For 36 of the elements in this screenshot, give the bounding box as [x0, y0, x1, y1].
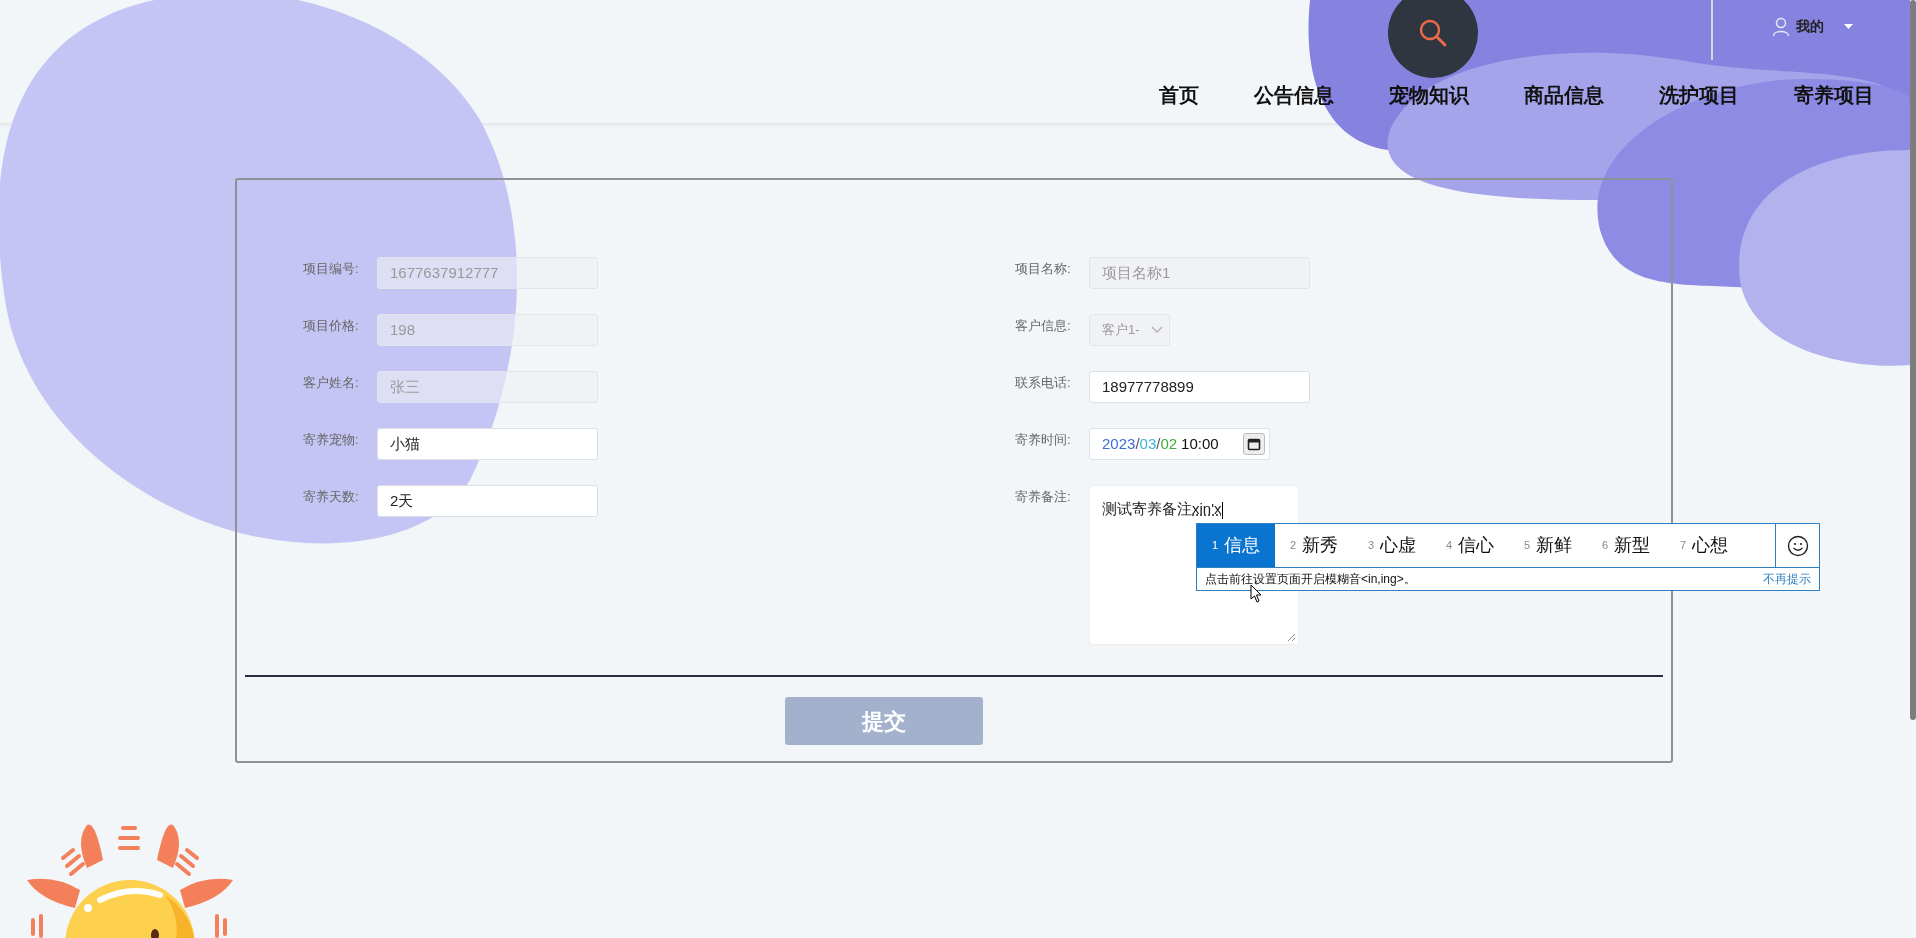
search-icon	[1417, 17, 1449, 49]
field-label: 项目价格:	[303, 317, 360, 335]
ime-candidate[interactable]: 5 新鲜	[1509, 524, 1587, 567]
field-label: 项目名称:	[1015, 260, 1072, 278]
calendar-icon[interactable]	[1243, 433, 1265, 455]
resize-grip-icon	[1287, 633, 1296, 642]
scrollbar-thumb[interactable]	[1910, 0, 1916, 720]
field-label: 寄养备注:	[1015, 488, 1072, 506]
chevron-down-icon	[1151, 326, 1163, 334]
date-time-field[interactable]: 2023/03/02 10:00	[1089, 428, 1270, 460]
field-label: 寄养时间:	[1015, 431, 1072, 449]
user-icon	[1772, 16, 1790, 37]
user-menu[interactable]: 我的	[1772, 16, 1853, 37]
nav-link[interactable]: 寄养项目	[1794, 80, 1874, 110]
field-label: 寄养天数:	[303, 488, 360, 506]
field-label: 项目编号:	[303, 260, 360, 278]
ime-candidate[interactable]: 3 心虚	[1353, 524, 1431, 567]
text-field[interactable]: 小猫	[377, 428, 598, 460]
smiley-icon[interactable]	[1786, 534, 1809, 557]
field-label: 客户信息:	[1015, 317, 1072, 335]
dismiss-link[interactable]: 不再提示	[1763, 570, 1811, 588]
nav-link[interactable]: 宠物知识	[1389, 80, 1469, 110]
nav-link[interactable]: 首页	[1159, 80, 1199, 110]
nav-link[interactable]: 商品信息	[1524, 80, 1604, 110]
field-label: 寄养宠物:	[303, 431, 360, 449]
ime-candidate[interactable]: 6 新型	[1587, 524, 1665, 567]
text-field[interactable]: 2天	[377, 485, 598, 517]
ime-candidate[interactable]: 7 心想	[1665, 524, 1743, 567]
caret-down-icon	[1844, 24, 1853, 29]
field-label: 客户姓名:	[303, 374, 360, 392]
text-field[interactable]: 18977778899	[1089, 371, 1310, 403]
remark-text: 测试寄养备注xin'x	[1102, 500, 1223, 517]
ime-candidate[interactable]: 4 信心	[1431, 524, 1509, 567]
ime-candidate[interactable]: 1 信息	[1197, 524, 1275, 567]
nav-link[interactable]: 洗护项目	[1659, 80, 1739, 110]
field-label: 联系电话:	[1015, 374, 1072, 392]
